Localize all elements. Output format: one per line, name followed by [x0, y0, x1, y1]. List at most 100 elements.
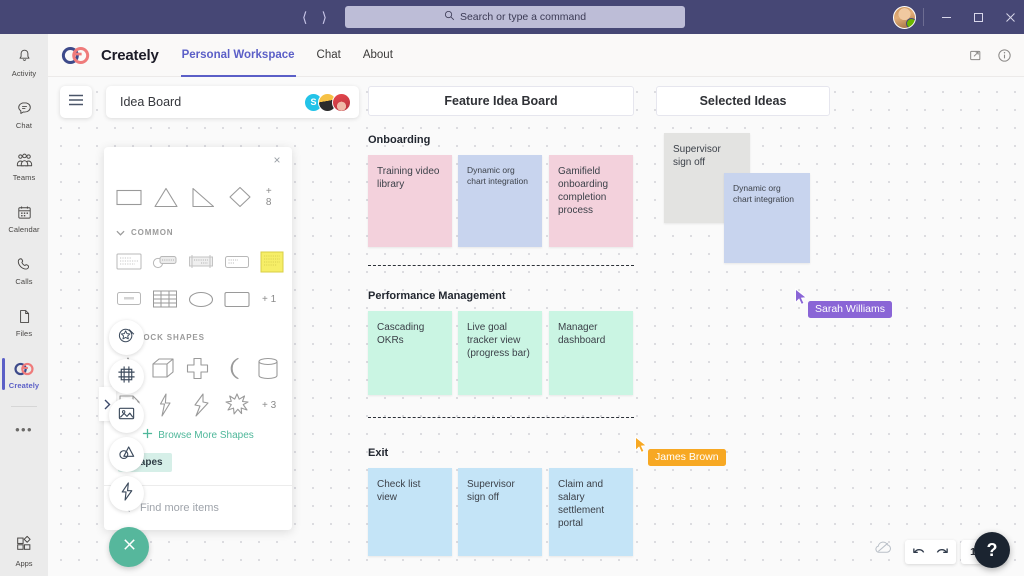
remote-cursor-james-brown: James Brown: [634, 435, 726, 466]
sticky-note[interactable]: Live goal tracker view (progress bar): [458, 311, 542, 395]
close-button[interactable]: [994, 0, 1024, 34]
undo-icon[interactable]: [912, 546, 926, 558]
sidebar-item-files[interactable]: Files: [0, 298, 48, 346]
user-avatar[interactable]: [893, 6, 916, 29]
avatar[interactable]: [332, 92, 351, 112]
sidebar-label: Activity: [11, 68, 37, 78]
sticky-note[interactable]: Manager dashboard: [549, 311, 633, 395]
cube-shape[interactable]: [151, 356, 176, 380]
bell-icon: [16, 47, 33, 67]
sidebar-label: Calendar: [8, 224, 40, 234]
tag-shape[interactable]: [152, 250, 178, 274]
info-icon[interactable]: [997, 48, 1012, 63]
board-canvas[interactable]: Idea Board S Feature Idea Board Selected…: [48, 77, 1024, 576]
sticky-note[interactable]: Check list view: [368, 468, 452, 556]
file-icon: [16, 307, 33, 327]
sidebar-label: Chat: [15, 120, 33, 130]
sticky-note[interactable]: Dynamic org chart integration: [724, 173, 810, 263]
moon-shape[interactable]: [220, 356, 245, 380]
rail-more-button[interactable]: •••: [0, 413, 48, 445]
rectangle-shape[interactable]: [116, 185, 142, 209]
sticky-note[interactable]: Dynamic org chart integration: [458, 155, 542, 247]
section-label-onboarding: Onboarding: [368, 134, 431, 146]
card-shape[interactable]: [116, 287, 142, 311]
label-shape[interactable]: [224, 250, 250, 274]
sidebar-label: Apps: [15, 559, 33, 568]
cursor-label: Sarah Williams: [808, 301, 893, 318]
cross-shape[interactable]: [186, 356, 211, 380]
search-icon: [444, 8, 455, 26]
sidebar-item-teams[interactable]: Teams: [0, 142, 48, 190]
shape-row-more-count[interactable]: + 3: [262, 400, 276, 411]
section-label-exit: Exit: [368, 447, 389, 459]
lightning-icon: [119, 481, 135, 506]
ellipse-shape[interactable]: [188, 287, 214, 311]
close-tools-button[interactable]: [109, 527, 149, 567]
cylinder-shape[interactable]: [255, 356, 280, 380]
tool-image-button[interactable]: [109, 398, 144, 433]
collaborator-avatars: S: [304, 92, 351, 112]
forward-icon[interactable]: ⟩: [321, 10, 326, 24]
brand-name: Creately: [101, 46, 159, 64]
redo-icon[interactable]: [935, 546, 949, 558]
tool-lightning-button[interactable]: [109, 476, 144, 511]
sidebar-item-activity[interactable]: Activity: [0, 38, 48, 86]
back-icon[interactable]: ⟨: [302, 10, 307, 24]
sticky-note[interactable]: Training video library: [368, 155, 452, 247]
sidebar-label: Calls: [15, 276, 33, 286]
popout-icon[interactable]: [969, 48, 984, 63]
app-bar-actions: [969, 48, 1012, 63]
board-menu-button[interactable]: [60, 86, 92, 118]
cursor-label: James Brown: [648, 449, 726, 466]
minimize-button[interactable]: [930, 0, 962, 34]
sticky-note[interactable]: Claim and salary settlement portal: [549, 468, 633, 556]
sidebar-item-chat[interactable]: Chat: [0, 90, 48, 138]
banner-shape[interactable]: [188, 250, 214, 274]
tool-objects-button[interactable]: [109, 437, 144, 472]
frame-icon: [117, 365, 136, 389]
help-button[interactable]: ?: [974, 532, 1010, 568]
sidebar-item-creately[interactable]: Creately: [0, 350, 48, 398]
note-lines-shape[interactable]: [116, 250, 142, 274]
right-triangle-shape[interactable]: [190, 185, 216, 209]
column-header-feature-idea-board[interactable]: Feature Idea Board: [368, 86, 634, 116]
triangle-shape[interactable]: [153, 185, 179, 209]
window-controls: [930, 0, 1024, 34]
tab-about[interactable]: About: [362, 34, 394, 77]
rounded-rect-shape[interactable]: [224, 287, 250, 311]
shape-group-common[interactable]: COMMON: [116, 228, 173, 237]
lightning-shape[interactable]: [188, 393, 214, 417]
close-icon: [122, 537, 137, 557]
column-header-selected-ideas[interactable]: Selected Ideas: [656, 86, 830, 116]
star-burst-shape[interactable]: [224, 393, 250, 417]
search-input[interactable]: Search or type a command: [345, 6, 685, 28]
maximize-button[interactable]: [962, 0, 994, 34]
quick-shapes-more-count[interactable]: + 8: [266, 186, 280, 208]
board-title-bar[interactable]: Idea Board S: [106, 86, 359, 118]
bolt-shape[interactable]: [152, 393, 178, 417]
sticky-note[interactable]: Supervisor sign off: [458, 468, 542, 556]
sticky-note-shape[interactable]: [260, 250, 284, 274]
tab-chat[interactable]: Chat: [316, 34, 342, 77]
tab-personal-workspace[interactable]: Personal Workspace: [180, 34, 296, 77]
tool-frame-button[interactable]: [109, 359, 144, 394]
sticky-note[interactable]: Gamifield onboarding completion process: [549, 155, 633, 247]
shape-group-label: COMMON: [131, 228, 174, 237]
cloud-sync-icon[interactable]: [874, 540, 893, 560]
close-icon[interactable]: ×: [270, 153, 284, 167]
diamond-shape[interactable]: [227, 185, 253, 209]
hamburger-icon: [68, 93, 84, 111]
table-shape[interactable]: [152, 287, 178, 311]
sidebar-item-calendar[interactable]: Calendar: [0, 194, 48, 242]
shapes-magic-icon: [117, 326, 136, 350]
window-title-bar: ⟨ ⟩ Search or type a command: [0, 0, 1024, 34]
sidebar-item-calls[interactable]: Calls: [0, 246, 48, 294]
tool-shapes-button[interactable]: [109, 320, 144, 355]
sidebar-item-apps[interactable]: Apps: [0, 534, 48, 568]
page-title: Idea Board: [120, 95, 182, 109]
shape-row-more-count[interactable]: + 1: [262, 294, 276, 305]
find-more-items-placeholder: Find more items: [140, 501, 219, 514]
plus-icon: [142, 428, 153, 442]
sticky-note[interactable]: Cascading OKRs: [368, 311, 452, 395]
sidebar-label: Creately: [8, 380, 40, 390]
